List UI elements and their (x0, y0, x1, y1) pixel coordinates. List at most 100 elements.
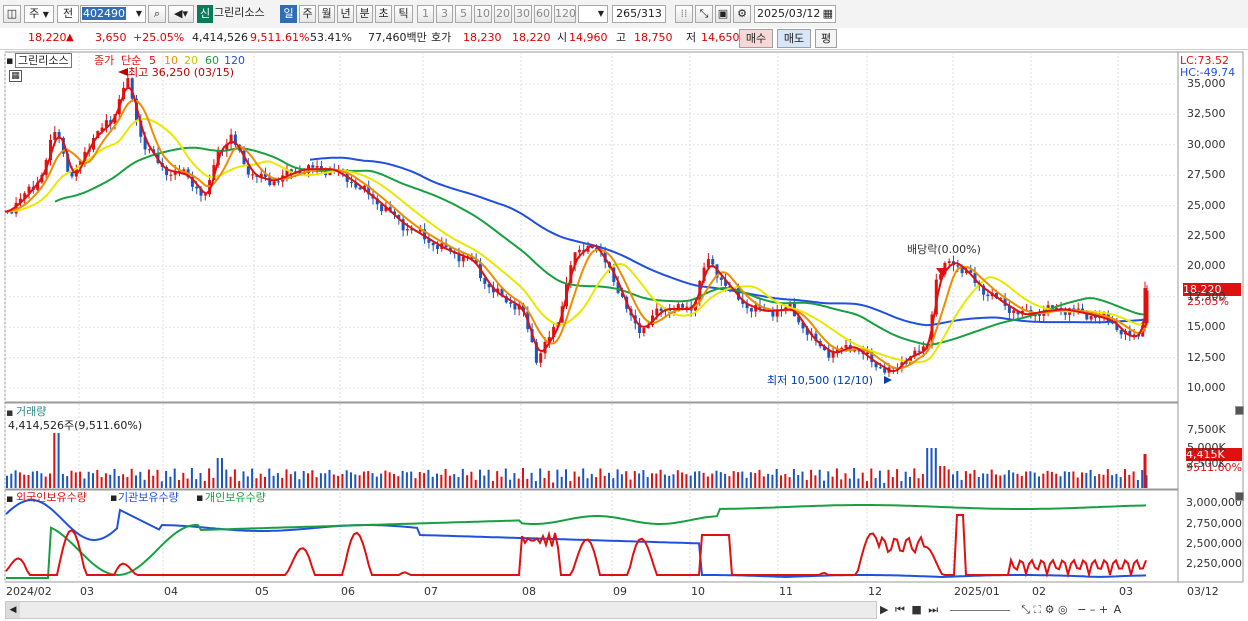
volume-bar (122, 474, 125, 488)
evaluate-button[interactable]: 평 (815, 29, 837, 48)
gear-icon[interactable]: ⚙ (733, 5, 751, 23)
volume-bar (982, 473, 985, 488)
stock-code-input[interactable]: 402490 ▼ (80, 5, 146, 23)
volume-bar (294, 471, 297, 488)
chart-canvas[interactable] (0, 50, 1248, 621)
volume-bar (586, 478, 589, 488)
candle-body (986, 294, 990, 297)
volume-bar (44, 476, 47, 488)
save-icon[interactable]: ▣ (715, 5, 731, 23)
period-button-minute[interactable]: 분 (356, 5, 373, 23)
volume-bar (694, 471, 696, 488)
volume-bar (866, 481, 868, 488)
chart-scrollbar[interactable]: ◀ (5, 601, 877, 619)
volume-bar (496, 471, 499, 488)
legend-price-type: 종가 (94, 54, 115, 67)
volume-bar (547, 470, 550, 488)
volume-bar (23, 474, 26, 488)
candle-body (276, 181, 280, 183)
volume-bar (225, 469, 228, 488)
candle-body (272, 181, 276, 186)
zoom-out-icon[interactable]: − (1077, 603, 1086, 616)
volume-bar (792, 468, 795, 488)
date-axis-label: 07 (424, 585, 438, 598)
adjust-price-select[interactable]: 전 (57, 5, 79, 23)
price-axis-label: 17,500 (1187, 289, 1226, 303)
rewind-icon[interactable]: ⏮ (895, 603, 905, 616)
volume-bar (332, 474, 335, 488)
up-arrow-icon: ▲ (66, 32, 74, 43)
volume-bar (1102, 474, 1105, 488)
chart-type-icon[interactable]: ◫ (3, 5, 21, 23)
minute-button-1[interactable]: 1 (417, 5, 434, 23)
volume-bar (380, 473, 383, 488)
volume-bar (311, 470, 314, 488)
interval-select[interactable]: ▼ (578, 5, 608, 23)
minute-button-3[interactable]: 3 (436, 5, 453, 23)
volume-bar (169, 476, 172, 488)
period-button-tick[interactable]: 틱 (394, 5, 413, 23)
zoom-reset-icon[interactable]: – (1090, 603, 1096, 616)
volume-bar (190, 468, 193, 488)
period-button-second[interactable]: 초 (375, 5, 392, 23)
zoom-slider[interactable] (949, 609, 1010, 611)
volume-bar (775, 468, 778, 488)
minute-button-5[interactable]: 5 (455, 5, 472, 23)
volume-bar (83, 478, 86, 488)
minute-button-20[interactable]: 20 (494, 5, 512, 23)
candle-body (70, 171, 74, 177)
volume-bar (857, 478, 860, 488)
volume-bar (921, 474, 924, 488)
volume-bar (1098, 474, 1101, 488)
volume-bar (285, 469, 288, 488)
calendar-icon[interactable]: ▦ (823, 6, 833, 22)
draw-tools-icon[interactable]: ⤡ ⛶ ⚙ ◎ (1021, 603, 1067, 616)
volume-bar (534, 481, 537, 488)
data-count-field[interactable]: 265/313 (612, 5, 666, 23)
volume-bar (156, 469, 159, 488)
draw-tool-icon[interactable]: ⤡ (695, 5, 713, 23)
zoom-in-icon[interactable]: + (1099, 603, 1108, 616)
close-pane-icon[interactable] (1235, 406, 1244, 415)
speaker-icon[interactable]: ◀▾ (168, 5, 194, 23)
volume-bar (298, 479, 301, 488)
date-axis-label: 2025/01 (954, 585, 1000, 598)
minute-button-120[interactable]: 120 (554, 5, 576, 23)
sell-button[interactable]: 매도 (777, 29, 811, 48)
minute-button-10[interactable]: 10 (474, 5, 492, 23)
period-button-day[interactable]: 일 (280, 5, 297, 23)
grid-icon[interactable]: ⁞⁞ (675, 5, 693, 23)
volume-bar (831, 476, 834, 488)
candle-body (685, 306, 689, 308)
close-pane-icon[interactable] (1235, 492, 1244, 501)
date-input[interactable]: 2025/03/12 ▦ (754, 5, 836, 23)
play-icon[interactable]: ▶ (880, 603, 888, 616)
volume-bar (801, 471, 804, 488)
volume-bar (393, 473, 395, 488)
volume-bar (629, 479, 632, 488)
period-button-month[interactable]: 월 (318, 5, 335, 23)
volume-bar (1038, 476, 1040, 488)
period-button-year[interactable]: 년 (337, 5, 354, 23)
volume-bar (251, 468, 254, 488)
search-icon[interactable]: ⌕ (148, 5, 166, 23)
font-size-icon[interactable]: A (1114, 603, 1122, 616)
scroll-left-icon[interactable]: ◀ (6, 602, 20, 618)
minute-button-30[interactable]: 30 (514, 5, 532, 23)
stop-icon[interactable]: ■ (911, 603, 921, 616)
chart-menu-icon[interactable]: ▪ (6, 54, 13, 67)
calculator-icon[interactable]: ▦ (9, 70, 22, 82)
volume-bar (874, 478, 877, 488)
forward-icon[interactable]: ⏭ (928, 603, 938, 616)
volume-bar (810, 469, 813, 488)
volume-bar (345, 470, 348, 488)
volume-bar (10, 473, 13, 488)
minute-button-60[interactable]: 60 (534, 5, 552, 23)
period-button-week[interactable]: 주 (299, 5, 316, 23)
ask-price: 18,230 (463, 31, 502, 44)
legend-stock-name[interactable]: 그린리소스 (15, 53, 72, 68)
volume-bar (328, 469, 331, 488)
candle-body (1089, 316, 1093, 320)
period-type-select[interactable]: 주 ▼ (24, 5, 54, 23)
buy-button[interactable]: 매수 (739, 29, 773, 48)
